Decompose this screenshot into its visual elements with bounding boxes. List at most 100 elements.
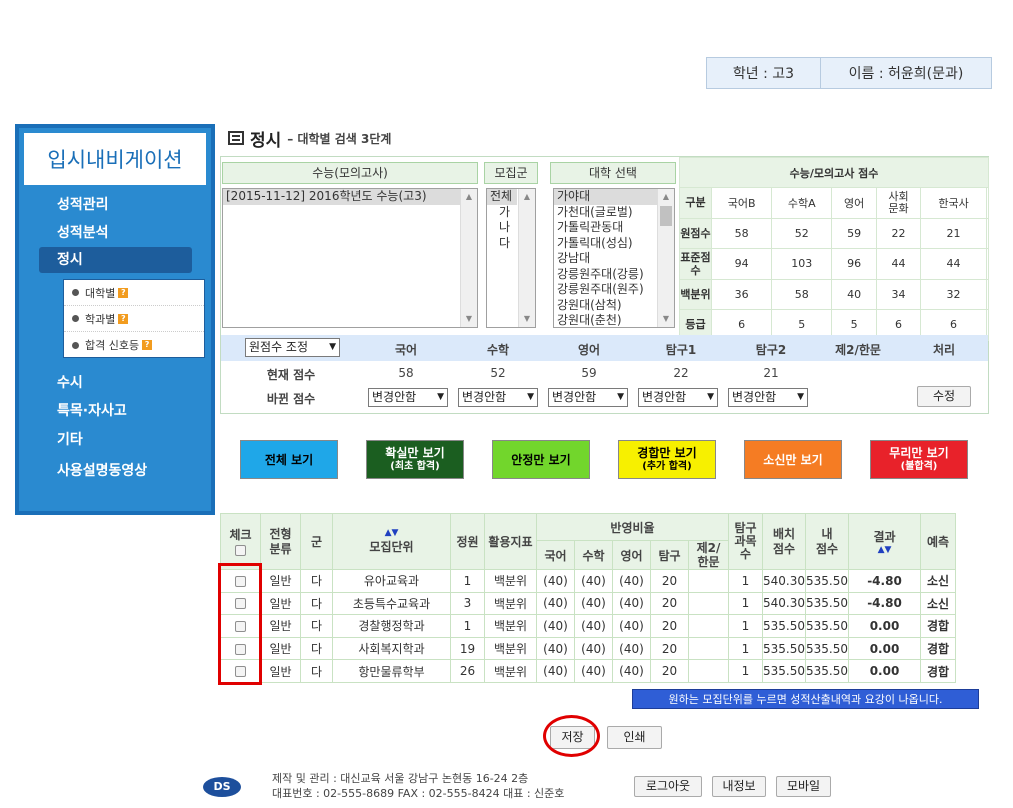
cell-subj: 1 [728, 636, 763, 661]
company-logo: DS [203, 777, 241, 797]
unit-header[interactable]: ▲▼ 모집단위 [332, 513, 451, 570]
cell-eng: (40) [612, 569, 651, 593]
help-icon[interactable]: ? [118, 313, 129, 324]
score-mode-select[interactable]: 원점수 조정 ▼ [245, 338, 340, 357]
submenu-item-by-university[interactable]: 대학별 ? [64, 280, 204, 306]
cell-subj: 1 [728, 614, 763, 638]
chevron-down-icon: ▼ [527, 392, 534, 402]
scroll-down-icon[interactable]: ▼ [461, 311, 477, 327]
chevron-down-icon: ▼ [329, 342, 336, 352]
filter-certain-button[interactable]: 확실만 보기 (최초 합격) [366, 440, 464, 479]
scrollbar[interactable]: ▲ ▼ [518, 189, 535, 327]
adjust-header: 수학 [486, 343, 510, 357]
sidebar-item-jeongsi[interactable]: 정시 [39, 247, 192, 273]
scrollbar[interactable]: ▲ ▼ [460, 189, 477, 327]
univ-option[interactable]: 가천대(글로벌) [554, 205, 674, 221]
filter-stable-button[interactable]: 안정만 보기 [492, 440, 590, 479]
filter-label: 소신만 보기 [763, 452, 823, 467]
my-info-button[interactable]: 내정보 [712, 776, 766, 797]
exam-listbox[interactable]: [2015-11-12] 2016학년도 수능(고3) ▲ ▼ [222, 188, 478, 328]
submenu-item-by-department[interactable]: 학과별 ? [64, 306, 204, 332]
univ-option[interactable]: 가야대 [554, 189, 674, 205]
filter-conviction-button[interactable]: 소신만 보기 [744, 440, 842, 479]
score-cell [985, 217, 990, 249]
help-icon[interactable]: ? [142, 340, 153, 350]
sidebar-item-special-school[interactable]: 특목·자사고 [57, 400, 127, 420]
scroll-thumb[interactable] [660, 206, 672, 226]
cell-kor: (40) [536, 659, 575, 683]
scroll-down-icon[interactable]: ▼ [658, 311, 674, 327]
ratio-sub-header: 수학 [574, 540, 613, 570]
cell-unit[interactable]: 유아교육과 [332, 569, 451, 593]
exam-option[interactable]: [2015-11-12] 2016학년도 수능(고3) [223, 189, 477, 205]
changed-score-select-math[interactable]: 변경안함 ▼ [458, 388, 538, 407]
univ-option[interactable]: 강릉원주대(강릉) [554, 267, 674, 283]
univ-option[interactable]: 강릉원주대(원주) [554, 282, 674, 298]
cell-math: (40) [574, 659, 613, 683]
sort-arrows-icon[interactable]: ▲▼ [333, 528, 450, 538]
sidebar-item-susi[interactable]: 수시 [57, 372, 83, 392]
changed-score-select-korean[interactable]: 변경안함 ▼ [368, 388, 448, 407]
univ-option[interactable]: 가톨릭대(성심) [554, 236, 674, 252]
changed-score-select-english[interactable]: 변경안함 ▼ [548, 388, 628, 407]
cell-math: (40) [574, 569, 613, 593]
page-title: 정시 [250, 130, 282, 151]
mobile-button[interactable]: 모바일 [776, 776, 831, 797]
print-button[interactable]: 인쇄 [607, 726, 662, 749]
table-row[interactable]: 일반 다 초등특수교육과 3 백분위 (40) (40) (40) 20 1 540.30 535.5… [220, 591, 956, 616]
scrollbar[interactable]: ▲ ▼ [657, 189, 674, 327]
sidebar-item-tutorial-video[interactable]: 사용설명동영상 [57, 460, 147, 480]
cell-unit[interactable]: 항만물류학부 [332, 659, 451, 683]
sidebar-logo[interactable]: 입시내비게이션 [24, 133, 206, 185]
cell-type: 일반 [260, 614, 301, 638]
result-header[interactable]: 결과 ▲▼ [848, 513, 921, 570]
univ-option[interactable]: 강남대 [554, 251, 674, 267]
table-row[interactable]: 일반 다 사회복지학과 19 백분위 (40) (40) (40) 20 1 535.50 535.5… [220, 636, 956, 661]
cell-unit[interactable]: 초등특수교육과 [332, 591, 451, 616]
changed-score-select-inquiry1[interactable]: 변경안함 ▼ [638, 388, 718, 407]
table-row[interactable]: 일반 다 경찰행정학과 1 백분위 (40) (40) (40) 20 1 535.50 535.50… [220, 614, 956, 638]
scroll-up-icon[interactable]: ▲ [519, 189, 535, 205]
results-table: 체크 전형 분류 군 ▲▼ 모집단위 정원 활용지표 반영비율 탐구 과목 수 … [220, 513, 956, 683]
submenu-item-traffic-light[interactable]: 합격 신호등 ? [64, 332, 204, 358]
logout-button[interactable]: 로그아웃 [634, 776, 702, 797]
score-cell: 52 [771, 217, 833, 249]
filter-compete-button[interactable]: 경합만 보기 (추가 합격) [618, 440, 716, 479]
univ-option[interactable]: 강원대(삼척) [554, 298, 674, 314]
changed-score-select-inquiry2[interactable]: 변경안함 ▼ [728, 388, 808, 407]
select-value: 변경안함 [552, 390, 597, 404]
table-row[interactable]: 일반 다 항만물류학부 26 백분위 (40) (40) (40) 20 1 535.50 535.5… [220, 659, 956, 683]
scroll-up-icon[interactable]: ▲ [461, 189, 477, 205]
cell-alloc: 535.50 [762, 659, 806, 683]
type-header: 전형 분류 [260, 513, 301, 570]
univ-option[interactable]: 강원대(춘천) [554, 313, 674, 327]
scroll-down-icon[interactable]: ▼ [519, 311, 535, 327]
cell-quota: 19 [450, 636, 485, 661]
cell-kor: (40) [536, 614, 575, 638]
bullet-icon [72, 289, 79, 296]
filter-reach-button[interactable]: 무리만 보기 (불합격) [870, 440, 968, 479]
cell-mine: 535.50 [805, 614, 849, 638]
sort-arrows-icon[interactable]: ▲▼ [849, 545, 920, 555]
cell-unit[interactable]: 사회복지학과 [332, 636, 451, 661]
filter-sublabel: (최초 합격) [390, 460, 440, 472]
footer-info: 제작 및 관리 : 대신교육 서울 강남구 논현동 16-24 2층 대표번호 … [272, 771, 564, 801]
group-option[interactable]: 전체 [487, 189, 517, 205]
group-listbox[interactable]: 전체 가 나 다 ▲ ▼ [486, 188, 536, 328]
cell-unit[interactable]: 경찰행정학과 [332, 614, 451, 638]
sidebar-item-score-manage[interactable]: 성적관리 [57, 194, 109, 214]
score-row-label: 원점수 [679, 217, 712, 249]
table-row[interactable]: 일반 다 유아교육과 1 백분위 (40) (40) (40) 20 1 540.30 535.50-… [220, 569, 956, 593]
filter-all-button[interactable]: 전체 보기 [240, 440, 338, 479]
univ-option[interactable]: 가톨릭관동대 [554, 220, 674, 236]
sidebar-item-etc[interactable]: 기타 [57, 429, 83, 449]
univ-listbox[interactable]: 가야대 가천대(글로벌) 가톨릭관동대 가톨릭대(성심) 강남대 강릉원주대(강… [553, 188, 675, 328]
select-all-checkbox[interactable] [235, 545, 246, 556]
edit-score-button[interactable]: 수정 [917, 386, 971, 407]
sidebar-item-score-analysis[interactable]: 성적분석 [57, 222, 109, 242]
help-icon[interactable]: ? [118, 287, 129, 298]
score-mode-value: 원점수 조정 [249, 340, 309, 354]
scroll-up-icon[interactable]: ▲ [658, 189, 674, 205]
filter-label: 확실만 보기 [385, 445, 445, 460]
cell-predict: 경합 [920, 659, 956, 683]
